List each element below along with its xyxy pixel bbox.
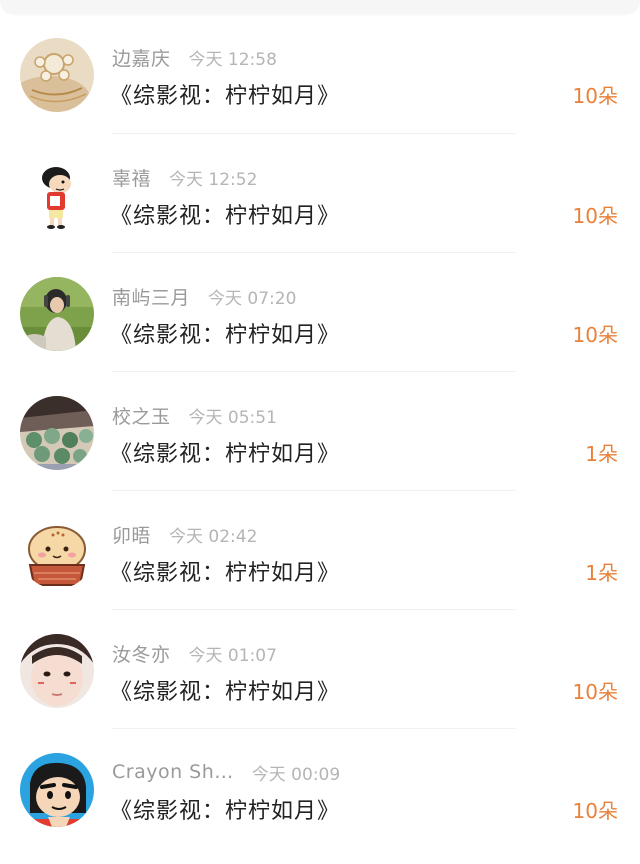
succulent-plants-avatar-image — [20, 396, 94, 470]
timestamp: 今天 12:58 — [188, 49, 277, 70]
avatar[interactable] — [20, 753, 94, 827]
entry-meta: 汝冬亦 今天 01:07 — [112, 640, 277, 666]
sheet-top-edge — [0, 0, 640, 14]
book-title: 《综影视：柠柠如月》 — [110, 561, 341, 586]
timestamp: 今天 05:51 — [188, 407, 277, 428]
list-item[interactable]: 南屿三月 今天 07:20 《综影视：柠柠如月》 10朵 — [0, 253, 640, 372]
gift-record-list: 边嘉庆 今天 12:58 《综影视：柠柠如月》 10朵 辜禧 今天 12:52 … — [0, 14, 640, 848]
entry-meta: 南屿三月 今天 07:20 — [112, 283, 296, 309]
sender-name[interactable]: 边嘉庆 — [112, 44, 171, 71]
gift-amount: 10朵 — [572, 84, 618, 108]
entry-meta: 辜禧 今天 12:52 — [112, 164, 257, 190]
timestamp: 今天 00:09 — [251, 764, 341, 785]
gift-amount: 1朵 — [585, 442, 618, 466]
gift-amount: 10朵 — [572, 680, 618, 704]
avatar[interactable] — [20, 396, 94, 470]
avatar[interactable] — [20, 158, 94, 232]
gift-amount: 10朵 — [572, 799, 618, 823]
girl-face-avatar-image — [20, 634, 94, 708]
book-title: 《综影视：柠柠如月》 — [110, 323, 341, 348]
cartoon-boy-avatar-image — [20, 158, 94, 232]
list-item[interactable]: 汝冬亦 今天 01:07 《综影视：柠柠如月》 10朵 — [0, 610, 640, 729]
avatar[interactable] — [20, 38, 94, 112]
gift-amount: 1朵 — [585, 561, 618, 585]
list-item[interactable]: 卯晤 今天 02:42 《综影视：柠柠如月》 1朵 — [0, 491, 640, 610]
sender-name[interactable]: 南屿三月 — [112, 283, 190, 310]
book-title: 《综影视：柠柠如月》 — [110, 799, 341, 824]
crayon-shin-chan-avatar-image — [20, 753, 94, 827]
avatar[interactable] — [20, 634, 94, 708]
avatar[interactable] — [20, 515, 94, 589]
sender-name[interactable]: Crayon Sh… — [112, 761, 234, 783]
list-item[interactable]: 辜禧 今天 12:52 《综影视：柠柠如月》 10朵 — [0, 134, 640, 253]
person-on-grass-avatar-image — [20, 277, 94, 351]
gift-amount: 10朵 — [572, 204, 618, 228]
sender-name[interactable]: 辜禧 — [112, 164, 151, 191]
entry-meta: Crayon Sh… 今天 00:09 — [112, 759, 340, 785]
gift-amount: 10朵 — [572, 323, 618, 347]
timestamp: 今天 01:07 — [188, 645, 277, 666]
avatar[interactable] — [20, 277, 94, 351]
cartoon-bun-avatar-image — [20, 515, 94, 589]
list-item[interactable]: Crayon Sh… 今天 00:09 《综影视：柠柠如月》 10朵 — [0, 729, 640, 848]
entry-meta: 校之玉 今天 05:51 — [112, 402, 277, 428]
jewelry-avatar-image — [20, 38, 94, 112]
gift-list-page: 边嘉庆 今天 12:58 《综影视：柠柠如月》 10朵 辜禧 今天 12:52 … — [0, 0, 640, 864]
book-title: 《综影视：柠柠如月》 — [110, 442, 341, 467]
timestamp: 今天 07:20 — [208, 288, 297, 309]
entry-meta: 卯晤 今天 02:42 — [112, 521, 257, 547]
timestamp: 今天 12:52 — [169, 169, 258, 190]
sender-name[interactable]: 汝冬亦 — [112, 640, 171, 667]
timestamp: 今天 02:42 — [169, 526, 258, 547]
list-item[interactable]: 边嘉庆 今天 12:58 《综影视：柠柠如月》 10朵 — [0, 14, 640, 134]
sender-name[interactable]: 卯晤 — [112, 521, 151, 548]
list-item[interactable]: 校之玉 今天 05:51 《综影视：柠柠如月》 1朵 — [0, 372, 640, 491]
sender-name[interactable]: 校之玉 — [112, 402, 171, 429]
book-title: 《综影视：柠柠如月》 — [110, 84, 341, 109]
book-title: 《综影视：柠柠如月》 — [110, 204, 341, 229]
book-title: 《综影视：柠柠如月》 — [110, 680, 341, 705]
entry-meta: 边嘉庆 今天 12:58 — [112, 44, 277, 70]
